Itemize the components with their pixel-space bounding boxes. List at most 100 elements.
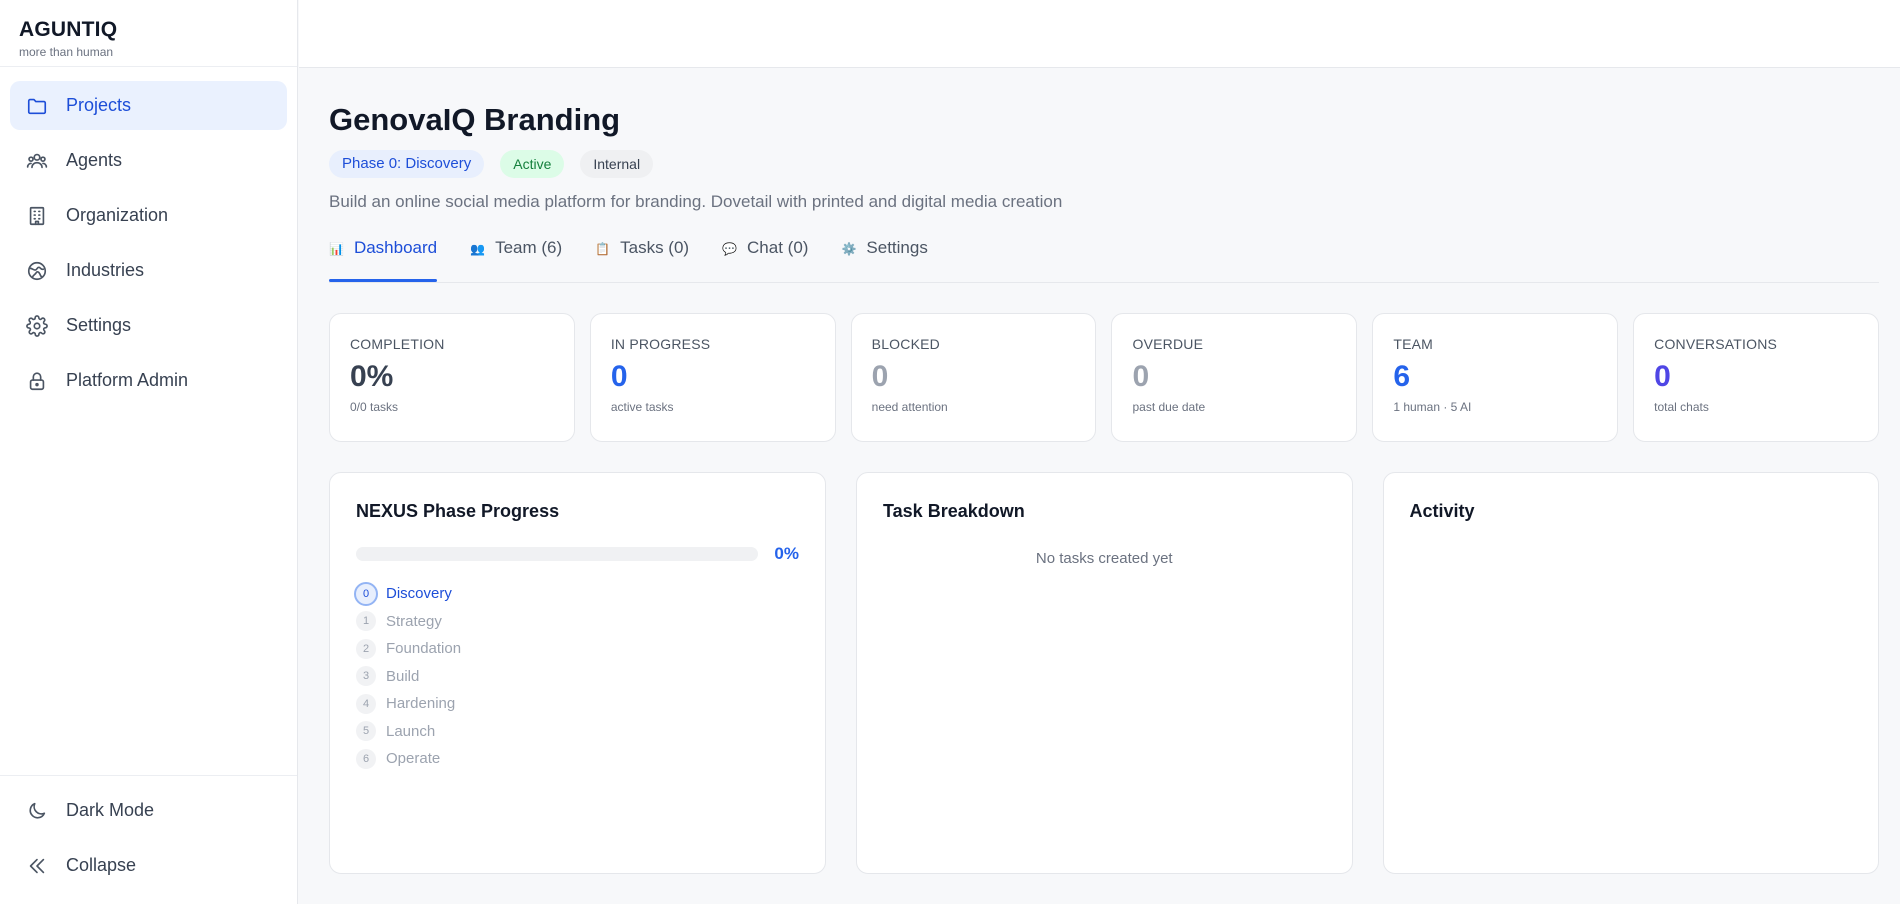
stat-sub: past due date bbox=[1132, 400, 1206, 414]
progress-percent: 0% bbox=[774, 544, 799, 563]
phase-badge: Phase 0: Discovery bbox=[329, 150, 485, 178]
gear-icon: ⚙️ bbox=[841, 242, 857, 256]
phase-label: Discovery bbox=[386, 585, 452, 603]
sidebar-item-industries[interactable]: Industries bbox=[10, 246, 287, 295]
sidebar-item-label: Organization bbox=[66, 205, 169, 225]
sidebar: AGUNTIQ more than human Projects Agents … bbox=[0, 0, 298, 904]
stat-label: OVERDUE bbox=[1132, 336, 1204, 352]
stat-label: BLOCKED bbox=[871, 336, 940, 352]
tab-dashboard[interactable]: 📊 Dashboard bbox=[329, 238, 438, 282]
empty-state: No tasks created yet bbox=[1035, 550, 1173, 567]
sidebar-item-label: Settings bbox=[66, 315, 132, 335]
phase-progress: 0% bbox=[356, 544, 799, 564]
phase-number: 3 bbox=[356, 666, 376, 687]
collapse-button[interactable]: Collapse bbox=[10, 841, 287, 890]
users-icon bbox=[26, 150, 48, 172]
status-badge: Active bbox=[500, 150, 565, 178]
sidebar-item-agents[interactable]: Agents bbox=[10, 136, 287, 185]
brand-tagline: more than human bbox=[19, 45, 114, 59]
phase-label: Strategy bbox=[386, 612, 442, 630]
brand[interactable]: AGUNTIQ more than human bbox=[0, 0, 297, 67]
tab-chat[interactable]: 💬 Chat (0) bbox=[722, 238, 808, 282]
lock-icon bbox=[26, 370, 48, 392]
phase-list: 0 Discovery 1 Strategy 2 Foundation 3 Bu… bbox=[354, 580, 799, 773]
stat-sub: active tasks bbox=[610, 400, 674, 414]
stat-value: 0 bbox=[610, 360, 628, 393]
tab-label: Chat (0) bbox=[747, 238, 809, 257]
stat-sub: need attention bbox=[871, 400, 948, 414]
stat-label: IN PROGRESS bbox=[610, 336, 711, 352]
phase-item-strategy[interactable]: 1 Strategy bbox=[356, 608, 799, 636]
team-icon: 👥 bbox=[470, 242, 486, 256]
sidebar-item-label: Industries bbox=[66, 260, 145, 280]
phase-item-operate[interactable]: 6 Operate bbox=[356, 745, 799, 773]
stat-value: 0% bbox=[350, 360, 394, 393]
phase-number: 6 bbox=[356, 748, 376, 769]
gear-icon bbox=[26, 314, 48, 337]
phase-number: 1 bbox=[356, 611, 376, 632]
building-icon bbox=[26, 205, 48, 227]
main-content: GenovaIQ Branding Phase 0: Discovery Act… bbox=[329, 68, 1879, 874]
sidebar-footer: Dark Mode Collapse bbox=[0, 775, 297, 904]
top-bar bbox=[299, 0, 1900, 68]
stats-row: COMPLETION 0% 0/0 tasks IN PROGRESS 0 ac… bbox=[329, 313, 1879, 442]
sidebar-item-label: Platform Admin bbox=[66, 370, 189, 390]
phase-item-launch[interactable]: 5 Launch bbox=[356, 718, 799, 746]
sidebar-nav: Projects Agents Organization Industries … bbox=[0, 67, 297, 405]
stat-card-team: TEAM 6 1 human · 5 AI bbox=[1372, 313, 1619, 442]
tab-label: Team (6) bbox=[495, 238, 563, 257]
phase-label: Operate bbox=[386, 750, 441, 768]
double-chevron-left-icon bbox=[26, 855, 48, 877]
stat-label: TEAM bbox=[1393, 336, 1434, 352]
project-description: Build an online social media platform fo… bbox=[329, 192, 1063, 211]
phase-item-hardening[interactable]: 4 Hardening bbox=[356, 690, 799, 718]
panel-title: Task Breakdown bbox=[883, 501, 1025, 521]
tab-label: Tasks (0) bbox=[620, 238, 690, 257]
globe-icon bbox=[26, 260, 48, 282]
phase-label: Launch bbox=[386, 722, 436, 740]
sidebar-item-projects[interactable]: Projects bbox=[10, 81, 287, 130]
stat-value: 0 bbox=[1132, 360, 1150, 393]
tab-tasks[interactable]: 📋 Tasks (0) bbox=[595, 238, 689, 282]
panel-title: Activity bbox=[1409, 501, 1475, 521]
phase-label: Build bbox=[386, 667, 420, 685]
folder-icon bbox=[26, 95, 48, 117]
clipboard-icon: 📋 bbox=[595, 242, 611, 256]
chart-icon: 📊 bbox=[329, 242, 344, 256]
tab-label: Dashboard bbox=[353, 238, 438, 257]
phase-number: 5 bbox=[356, 721, 376, 742]
sidebar-item-platform-admin[interactable]: Platform Admin bbox=[10, 356, 287, 405]
stat-value: 0 bbox=[1654, 360, 1671, 393]
phase-label: Hardening bbox=[386, 695, 456, 713]
panels-row: NEXUS Phase Progress 0% 0 Discovery 1 St… bbox=[329, 472, 1879, 874]
panel-title: NEXUS Phase Progress bbox=[356, 501, 560, 521]
tab-settings[interactable]: ⚙️ Settings bbox=[841, 238, 927, 282]
stat-card-completion: COMPLETION 0% 0/0 tasks bbox=[329, 313, 575, 442]
stat-label: CONVERSATIONS bbox=[1654, 336, 1778, 352]
tab-team[interactable]: 👥 Team (6) bbox=[470, 238, 562, 282]
stat-sub: 1 human · 5 AI bbox=[1393, 400, 1472, 414]
phase-item-build[interactable]: 3 Build bbox=[356, 663, 799, 691]
phase-number: 4 bbox=[356, 693, 376, 714]
stat-value: 0 bbox=[871, 360, 889, 393]
phase-item-foundation[interactable]: 2 Foundation bbox=[356, 635, 799, 663]
stat-card-in-progress: IN PROGRESS 0 active tasks bbox=[589, 313, 836, 442]
stat-label: COMPLETION bbox=[350, 336, 445, 352]
progress-track bbox=[356, 547, 759, 561]
speech-bubble-icon: 💬 bbox=[722, 242, 738, 256]
phase-progress-panel: NEXUS Phase Progress 0% 0 Discovery 1 St… bbox=[329, 472, 826, 874]
brand-name: AGUNTIQ bbox=[19, 18, 118, 41]
tab-label: Settings bbox=[866, 238, 928, 257]
phase-label: Foundation bbox=[386, 640, 462, 658]
phase-item-discovery[interactable]: 0 Discovery bbox=[354, 580, 799, 608]
sidebar-item-label: Projects bbox=[66, 95, 132, 115]
project-badges: Phase 0: Discovery Active Internal bbox=[329, 150, 1879, 178]
stat-card-overdue: OVERDUE 0 past due date bbox=[1111, 313, 1358, 442]
phase-number: 2 bbox=[356, 638, 376, 659]
stat-card-blocked: BLOCKED 0 need attention bbox=[850, 313, 1097, 442]
dark-mode-toggle[interactable]: Dark Mode bbox=[10, 786, 287, 835]
sidebar-item-organization[interactable]: Organization bbox=[10, 191, 287, 240]
stat-sub: 0/0 tasks bbox=[350, 400, 399, 414]
dark-mode-label: Dark Mode bbox=[66, 800, 155, 820]
sidebar-item-settings[interactable]: Settings bbox=[10, 301, 287, 350]
